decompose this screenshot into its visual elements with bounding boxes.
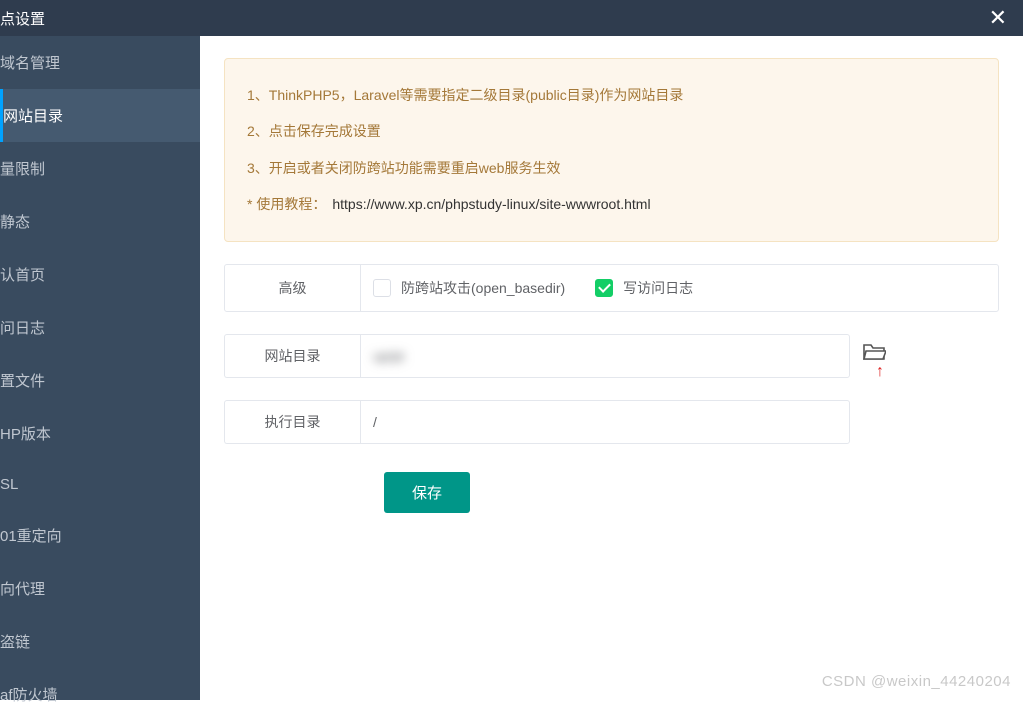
- close-icon[interactable]: ✕: [989, 7, 1007, 29]
- checkbox-open-basedir[interactable]: 防跨站攻击(open_basedir): [373, 278, 565, 298]
- site-dir-label: 网站目录: [224, 334, 360, 378]
- sidebar-item-limit[interactable]: 量限制: [0, 142, 200, 195]
- exec-dir-input[interactable]: [373, 414, 837, 430]
- checkbox-label: 防跨站攻击(open_basedir): [401, 278, 565, 298]
- advanced-row: 高级 防跨站攻击(open_basedir) 写访问日志: [224, 264, 999, 312]
- sidebar-item-index[interactable]: 认首页: [0, 248, 200, 301]
- sidebar-item-static[interactable]: 静态: [0, 195, 200, 248]
- checkbox-icon: [373, 279, 391, 297]
- sidebar-item-waf[interactable]: af防火墙: [0, 668, 200, 721]
- checkbox-access-log[interactable]: 写访问日志: [595, 278, 693, 298]
- site-dir-input[interactable]: [373, 348, 837, 364]
- tutorial-link[interactable]: https://www.xp.cn/phpstudy-linux/site-ww…: [332, 196, 650, 212]
- sidebar-item-hotlink[interactable]: 盗链: [0, 615, 200, 668]
- sidebar-item-config[interactable]: 置文件: [0, 354, 200, 407]
- sidebar-item-log[interactable]: 问日志: [0, 301, 200, 354]
- exec-dir-label: 执行目录: [224, 400, 360, 444]
- sidebar-item-php[interactable]: HP版本: [0, 407, 200, 460]
- sidebar: 域名管理 网站目录 量限制 静态 认首页 问日志 置文件 HP版本 SL 01重…: [0, 36, 200, 700]
- folder-browse-icon[interactable]: ↑: [862, 342, 886, 365]
- arrow-up-icon: ↑: [876, 364, 884, 380]
- checkbox-label: 写访问日志: [623, 278, 693, 298]
- watermark: CSDN @weixin_44240204: [822, 673, 1011, 690]
- note-line-1: 1、ThinkPHP5，Laravel等需要指定二级目录(public目录)作为…: [247, 77, 976, 113]
- sidebar-item-ssl[interactable]: SL: [0, 460, 200, 509]
- dialog-title: 点设置: [0, 8, 45, 29]
- sidebar-item-proxy[interactable]: 向代理: [0, 562, 200, 615]
- site-dir-row: 网站目录 ↑: [224, 334, 999, 378]
- note-line-2: 2、点击保存完成设置: [247, 113, 976, 149]
- exec-dir-row: 执行目录: [224, 400, 999, 444]
- advanced-label: 高级: [225, 265, 361, 311]
- save-button[interactable]: 保存: [384, 472, 470, 513]
- note-line-3: 3、开启或者关闭防跨站功能需要重启web服务生效: [247, 150, 976, 186]
- sidebar-item-redirect[interactable]: 01重定向: [0, 509, 200, 562]
- note-tutorial: * 使用教程：https://www.xp.cn/phpstudy-linux/…: [247, 186, 976, 222]
- dialog-header: 点设置 ✕: [0, 0, 1023, 36]
- info-note: 1、ThinkPHP5，Laravel等需要指定二级目录(public目录)作为…: [224, 58, 999, 242]
- checkbox-icon-checked: [595, 279, 613, 297]
- content-area: 1、ThinkPHP5，Laravel等需要指定二级目录(public目录)作为…: [200, 36, 1023, 700]
- sidebar-item-sitedir[interactable]: 网站目录: [0, 89, 200, 142]
- sidebar-item-domain[interactable]: 域名管理: [0, 36, 200, 89]
